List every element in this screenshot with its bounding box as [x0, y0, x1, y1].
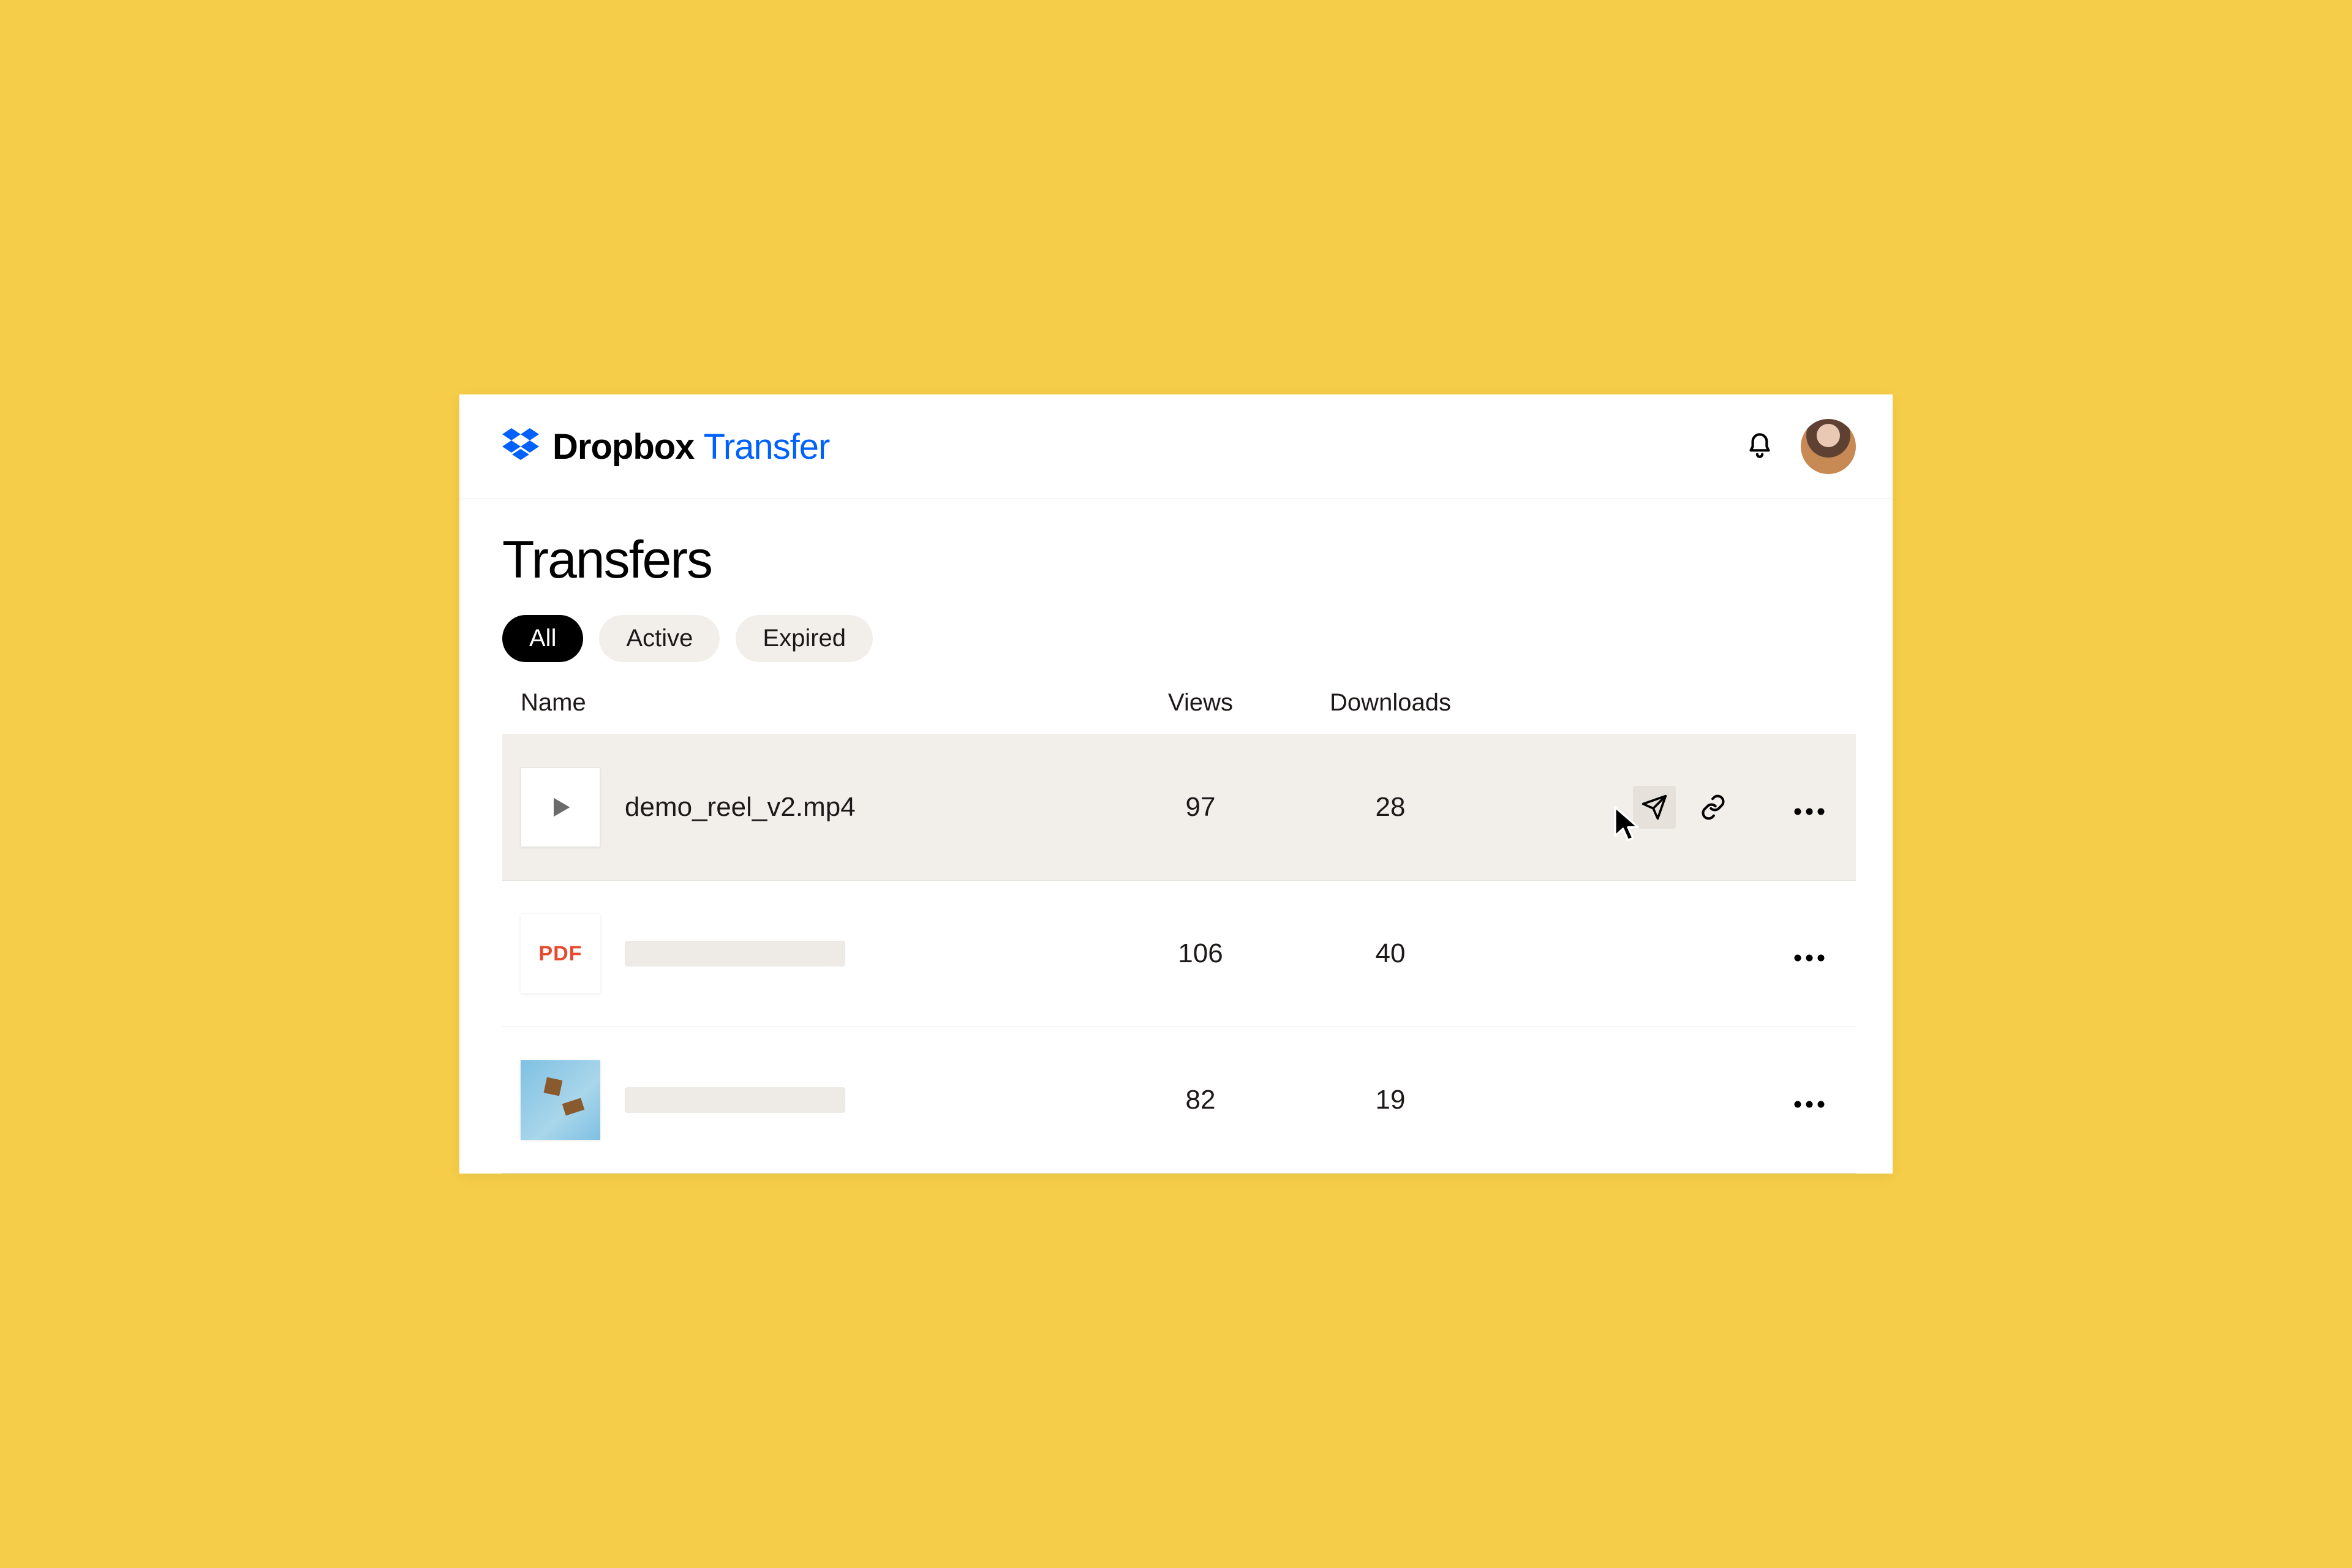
brand-name: Dropbox Transfer [552, 426, 829, 467]
table-row[interactable]: PDF 106 40 [502, 880, 1856, 1027]
table-row[interactable]: 82 19 [502, 1027, 1856, 1174]
video-thumbnail-icon [521, 767, 600, 847]
filter-chips: All Active Expired [502, 615, 1856, 662]
cell-downloads: 28 [1292, 792, 1488, 823]
table-header: Name Views Downloads [502, 689, 1856, 734]
content: Transfers All Active Expired Name Views … [459, 499, 1893, 1174]
col-name: Name [521, 689, 1109, 717]
avatar[interactable] [1801, 419, 1856, 474]
cell-downloads: 19 [1292, 1085, 1488, 1115]
table-row[interactable]: demo_reel_v2.mp4 97 28 [502, 734, 1856, 880]
file-name: demo_reel_v2.mp4 [625, 792, 856, 823]
cell-actions [1488, 1085, 1838, 1115]
filter-expired[interactable]: Expired [736, 615, 873, 662]
file-name-placeholder [625, 1087, 845, 1113]
notifications-button[interactable] [1744, 429, 1775, 465]
cell-name: demo_reel_v2.mp4 [521, 767, 1109, 847]
header-actions [1744, 419, 1856, 474]
dropbox-logo-icon [502, 428, 539, 466]
table-body: demo_reel_v2.mp4 97 28 [502, 734, 1856, 1174]
send-button[interactable] [1633, 786, 1676, 829]
brand: Dropbox Transfer [502, 426, 829, 467]
pdf-thumbnail-icon: PDF [521, 914, 600, 993]
cell-views: 106 [1109, 938, 1292, 969]
col-views: Views [1109, 689, 1292, 717]
cell-actions [1488, 786, 1838, 829]
image-thumbnail-icon [521, 1060, 600, 1140]
file-name-placeholder [625, 941, 845, 967]
more-options-button[interactable] [1787, 792, 1831, 823]
cell-downloads: 40 [1292, 938, 1488, 969]
cell-name: PDF [521, 914, 1109, 993]
more-options-button[interactable] [1787, 1085, 1831, 1115]
cell-views: 82 [1109, 1085, 1292, 1115]
page-title: Transfers [502, 530, 1856, 590]
cell-actions [1488, 938, 1838, 969]
header: Dropbox Transfer [459, 394, 1893, 499]
cell-name [521, 1060, 1109, 1140]
more-options-button[interactable] [1787, 938, 1831, 969]
cell-views: 97 [1109, 792, 1292, 823]
brand-name-text: Dropbox [552, 427, 694, 467]
app-panel: Dropbox Transfer Transfers All Active Ex… [459, 394, 1893, 1174]
brand-accent-text: Transfer [704, 427, 830, 467]
filter-all[interactable]: All [502, 615, 583, 662]
copy-link-button[interactable] [1692, 786, 1735, 829]
filter-active[interactable]: Active [599, 615, 720, 662]
col-downloads: Downloads [1292, 689, 1488, 717]
